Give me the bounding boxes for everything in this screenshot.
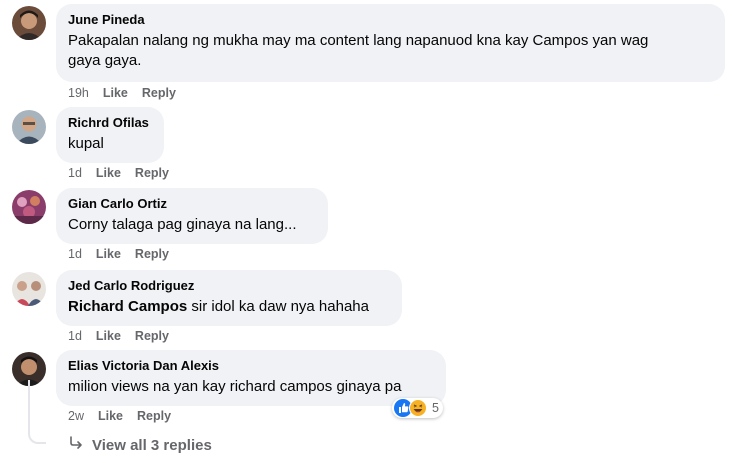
reply-button[interactable]: Reply [135, 246, 169, 262]
comment-text: Pakapalan nalang ng mukha may ma content… [68, 31, 713, 71]
comment-text: milion views na yan kay richard campos g… [68, 378, 402, 395]
comment-text: kupal [68, 135, 104, 152]
comment-actions: 1d Like Reply [68, 328, 169, 344]
comment-text-body: sir idol ka daw nya hahaha [187, 298, 369, 315]
thread-connector-line [28, 380, 46, 444]
view-replies-label: View all 3 replies [92, 436, 212, 454]
reaction-count: 5 [432, 401, 439, 415]
like-button[interactable]: Like [96, 328, 121, 344]
comment-text-line: Pakapalan nalang ng mukha may ma content… [68, 32, 649, 49]
avatar[interactable] [12, 272, 46, 306]
comment-author[interactable]: Gian Carlo Ortiz [68, 195, 316, 212]
comment-bubble: Jed Carlo Rodriguez Richard Campos sir i… [56, 270, 402, 326]
avatar[interactable] [12, 6, 46, 40]
comment-time[interactable]: 1d [68, 246, 82, 262]
comment-author[interactable]: Jed Carlo Rodriguez [68, 277, 390, 294]
comment-actions: 1d Like Reply [68, 165, 169, 181]
comment-bubble: June Pineda Pakapalan nalang ng mukha ma… [56, 4, 725, 82]
like-button[interactable]: Like [96, 246, 121, 262]
comment-actions: 19h Like Reply [68, 85, 176, 101]
like-button[interactable]: Like [98, 408, 123, 424]
comment-author[interactable]: Richrd Ofilas [68, 114, 152, 131]
comment-actions: 1d Like Reply [68, 246, 169, 262]
comment-text-line: gaya gaya. [68, 52, 142, 69]
avatar[interactable] [12, 110, 46, 144]
comment-text: Richard Campos sir idol ka daw nya hahah… [68, 297, 390, 317]
comment-actions: 2w Like Reply [68, 408, 171, 424]
comment-time[interactable]: 1d [68, 165, 82, 181]
comment-bubble: Richrd Ofilas kupal [56, 107, 164, 163]
view-all-replies-button[interactable]: View all 3 replies [68, 436, 212, 454]
comment-author[interactable]: June Pineda [68, 11, 713, 28]
like-button[interactable]: Like [96, 165, 121, 181]
reply-button[interactable]: Reply [137, 408, 171, 424]
comment-bubble: Gian Carlo Ortiz Corny talaga pag ginaya… [56, 188, 328, 244]
mention-link[interactable]: Richard Campos [68, 298, 187, 315]
comment-bubble: Elias Victoria Dan Alexis milion views n… [56, 350, 446, 406]
reaction-summary[interactable]: 5 [392, 398, 443, 418]
comment-time[interactable]: 19h [68, 85, 89, 101]
reply-button[interactable]: Reply [135, 165, 169, 181]
comment-author[interactable]: Elias Victoria Dan Alexis [68, 357, 434, 374]
haha-reaction-icon [409, 399, 427, 417]
comment-time[interactable]: 1d [68, 328, 82, 344]
comment-time[interactable]: 2w [68, 408, 84, 424]
reply-button[interactable]: Reply [142, 85, 176, 101]
reply-button[interactable]: Reply [135, 328, 169, 344]
comment-text: Corny talaga pag ginaya na lang... [68, 216, 297, 233]
reply-arrow-icon [68, 436, 84, 454]
like-button[interactable]: Like [103, 85, 128, 101]
avatar[interactable] [12, 190, 46, 224]
